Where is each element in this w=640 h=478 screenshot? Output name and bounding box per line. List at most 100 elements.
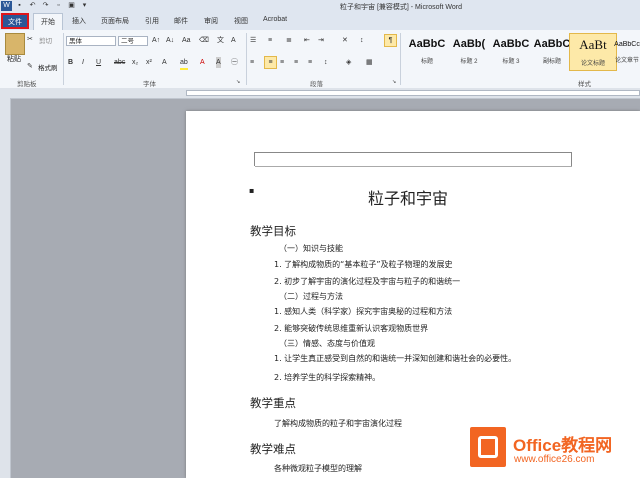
character-border-icon[interactable]: A: [231, 35, 236, 46]
window-title: 粒子和宇宙 [兼容模式] - Microsoft Word: [340, 4, 462, 11]
decrease-indent-icon[interactable]: ⇤: [304, 35, 310, 46]
borders-icon[interactable]: ▦: [366, 57, 373, 68]
header-border-left: [254, 152, 255, 166]
section-heading: 教学重点: [250, 396, 296, 410]
numbering-icon[interactable]: ≡: [268, 35, 272, 46]
italic-icon[interactable]: I: [82, 57, 84, 68]
distributed-icon[interactable]: ≡: [308, 57, 312, 68]
list-item: （二）过程与方法: [279, 292, 343, 301]
sort-icon[interactable]: ↕: [360, 35, 364, 46]
align-left-icon[interactable]: ≡: [250, 57, 254, 68]
character-shading-icon[interactable]: A: [216, 57, 221, 68]
paste-button[interactable]: 粘贴: [7, 54, 21, 64]
tab-review[interactable]: 审阅: [204, 16, 218, 26]
new-document-icon[interactable]: ▫: [53, 1, 64, 11]
align-right-icon[interactable]: ≡: [280, 57, 284, 68]
header-border-right: [571, 152, 572, 166]
list-item: 1. 感知人类（科学家）探究宇宙奥秘的过程和方法: [274, 307, 453, 316]
font-group-label: 字体: [143, 81, 156, 88]
style-paper-section[interactable]: AaBbCc 论文章节: [614, 33, 640, 69]
redo-icon[interactable]: ↷: [40, 1, 51, 11]
font-dialog-launcher-icon[interactable]: ↘: [236, 77, 240, 88]
ruler-scale: [186, 90, 640, 96]
align-center-icon[interactable]: ≡: [264, 56, 277, 69]
grow-font-icon[interactable]: A↑: [152, 35, 160, 46]
style-paper-title[interactable]: AaBt 论文标题: [569, 33, 617, 71]
body-text: 各种微观粒子模型的理解: [274, 464, 362, 473]
watermark-url: www.office26.com: [514, 454, 595, 465]
tab-acrobat[interactable]: Acrobat: [263, 16, 287, 23]
list-item: （三）情感、态度与价值观: [279, 339, 375, 348]
list-item: 1. 让学生真正感受到自然的和谐统一并深知创建和谐社会的必要性。: [274, 354, 517, 363]
superscript-icon[interactable]: x²: [146, 57, 152, 68]
scissors-icon[interactable]: ✂: [27, 34, 33, 45]
list-item: 1. 了解构成物质的“基本粒子”及粒子物理的发展史: [274, 260, 453, 269]
style-name: 论文标题: [580, 61, 605, 67]
increase-indent-icon[interactable]: ⇥: [318, 35, 324, 46]
shading-icon[interactable]: ◈: [346, 57, 351, 68]
customize-toolbar-icon[interactable]: ▾: [79, 1, 90, 11]
print-preview-icon[interactable]: ▣: [66, 1, 77, 11]
style-sample: AaBt: [579, 37, 607, 52]
section-heading: 教学目标: [250, 224, 296, 238]
list-item: 2. 能够突破传统思维重新认识客观物质世界: [274, 324, 429, 333]
clear-formatting-icon[interactable]: ⌫: [199, 35, 209, 46]
tab-mailings[interactable]: 邮件: [174, 16, 188, 26]
phonetic-guide-icon[interactable]: 文: [217, 35, 224, 46]
ribbon-tab-bar: [0, 13, 640, 31]
tab-page-layout[interactable]: 页面布局: [101, 16, 129, 26]
style-heading-2[interactable]: AaBb( 标题 2: [446, 33, 492, 69]
list-item: （一）知识与技能: [279, 244, 343, 253]
styles-group-label: 样式: [578, 81, 591, 88]
word-app-icon[interactable]: W: [1, 1, 12, 11]
undo-icon[interactable]: ↶: [27, 1, 38, 11]
show-hide-marks-icon[interactable]: ¶: [384, 34, 397, 47]
font-color-icon[interactable]: A: [200, 57, 205, 68]
change-case-icon[interactable]: Aa: [182, 35, 191, 46]
tab-references[interactable]: 引用: [145, 16, 159, 26]
subscript-icon[interactable]: x₂: [132, 57, 138, 68]
header-divider: [255, 166, 572, 167]
multilevel-list-icon[interactable]: ≣: [286, 35, 292, 46]
tab-file[interactable]: 文件: [1, 13, 29, 29]
highlight-icon[interactable]: ab: [180, 57, 188, 70]
group-separator: [400, 33, 401, 85]
group-separator: [63, 33, 64, 85]
section-heading: 教学难点: [250, 442, 296, 456]
style-name: 标题: [420, 59, 433, 65]
format-painter-button[interactable]: 格式刷: [38, 62, 58, 72]
font-size-select[interactable]: 二号: [118, 36, 148, 46]
bullets-icon[interactable]: ☰: [250, 35, 256, 46]
paste-icon[interactable]: [5, 33, 25, 55]
list-item: 2. 培养学生的科学探索精神。: [274, 373, 381, 382]
tab-view[interactable]: 视图: [234, 16, 248, 26]
save-icon[interactable]: ▪: [14, 1, 25, 11]
format-painter-icon[interactable]: ✎: [27, 61, 33, 72]
tab-insert[interactable]: 插入: [72, 16, 86, 26]
list-item: 2. 初步了解宇宙的演化过程及宇宙与粒子的和谐统一: [274, 277, 461, 286]
group-separator: [246, 33, 247, 85]
style-sample: AaBbCc: [614, 41, 640, 48]
style-sample: AaBbC: [408, 38, 446, 50]
vertical-ruler[interactable]: [0, 98, 11, 478]
cut-button[interactable]: 剪切: [39, 35, 52, 45]
watermark-brand: Office教程网: [513, 436, 613, 455]
paragraph-dialog-launcher-icon[interactable]: ↘: [392, 77, 396, 88]
chinese-layout-icon[interactable]: ✕: [342, 35, 348, 46]
shrink-font-icon[interactable]: A↓: [166, 35, 174, 46]
enclose-characters-icon[interactable]: ㊀: [231, 57, 238, 68]
justify-icon[interactable]: ≡: [294, 57, 298, 68]
header-border: [254, 152, 572, 167]
font-name-select[interactable]: 黑体: [66, 36, 116, 46]
text-effects-icon[interactable]: A: [162, 57, 167, 68]
bold-icon[interactable]: B: [68, 57, 73, 68]
title-bar: [0, 0, 640, 13]
style-name: 标题 3: [502, 59, 520, 65]
style-sample: AaBb(: [452, 38, 486, 50]
style-title[interactable]: AaBbC 标题: [404, 33, 450, 69]
style-heading-3[interactable]: AaBbC 标题 3: [488, 33, 534, 69]
bullet-mark: ▪: [249, 186, 255, 195]
line-spacing-icon[interactable]: ↕: [324, 57, 328, 68]
strikethrough-icon[interactable]: abc: [114, 57, 125, 68]
underline-icon[interactable]: U: [96, 57, 101, 68]
